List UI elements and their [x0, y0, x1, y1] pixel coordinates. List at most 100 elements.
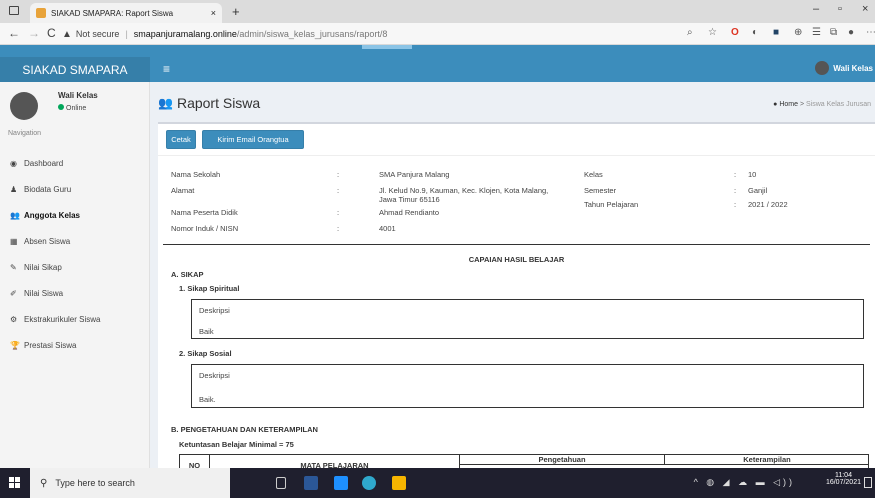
- read-aloud-icon[interactable]: ⌕: [687, 27, 693, 38]
- clock[interactable]: 11:04 16/07/2021: [826, 472, 861, 486]
- favicon-icon: [36, 8, 46, 18]
- info-value: Ganjil: [748, 186, 768, 195]
- profile-icon[interactable]: ●: [848, 27, 854, 38]
- avatar: [10, 92, 38, 120]
- status-label: Online: [66, 105, 87, 112]
- info-colon: :: [337, 208, 340, 217]
- windows-start-icon[interactable]: [9, 477, 21, 489]
- sidebar-item-dashboard[interactable]: ◉ Dashboard: [0, 150, 150, 176]
- sidebar-item-anggota-kelas[interactable]: 👥 Anggota Kelas: [0, 202, 150, 228]
- info-colon: :: [337, 170, 340, 179]
- favorite-star-icon[interactable]: ☆: [708, 27, 717, 38]
- clock-date: 16/07/2021: [825, 479, 861, 486]
- url-field[interactable]: ▲ Not secure | smapanjuramalang.online /…: [62, 25, 662, 43]
- info-label: Nomor Induk / NISN: [171, 224, 239, 233]
- more-options-icon[interactable]: ⋯: [866, 27, 875, 38]
- header-strip: [0, 45, 875, 57]
- report-heading: CAPAIAN HASIL BELAJAR: [468, 255, 565, 264]
- edge-icon[interactable]: [362, 476, 376, 490]
- close-window-button[interactable]: ×: [862, 3, 868, 15]
- taskbar: ⚲ Type here to search ^ ◍ ◢ ☁ ▬ ◁)) 11:0…: [0, 468, 875, 498]
- new-tab-button[interactable]: +: [232, 4, 240, 19]
- tab-title: SIAKAD SMAPARA: Raport Siswa: [51, 8, 174, 18]
- minimize-button[interactable]: –: [813, 3, 819, 15]
- info-value: 10: [748, 170, 757, 179]
- home-icon: ●: [773, 101, 778, 108]
- address-bar-row: ← → C ▲ Not secure | smapanjuramalang.on…: [0, 23, 875, 45]
- users-icon: 👥: [10, 210, 20, 220]
- info-label: Kelas: [584, 170, 603, 179]
- collections-icon[interactable]: ⧉: [830, 27, 837, 38]
- description-label: Deskripsi: [199, 306, 230, 315]
- info-label: Nama Sekolah: [171, 170, 221, 179]
- spiritual-title: 1. Sikap Spiritual: [179, 284, 240, 293]
- clock-time: 11:04: [834, 472, 852, 479]
- warning-icon: ▲: [62, 28, 72, 40]
- breadcrumb-separator: >: [799, 101, 805, 108]
- user-panel: Wali Kelas Online: [6, 90, 146, 124]
- pencil-icon: ✐: [10, 288, 17, 298]
- info-label: Semester: [584, 186, 617, 195]
- taskbar-search[interactable]: ⚲ Type here to search: [30, 468, 230, 498]
- sidebar-item-biodata-guru[interactable]: ♟ Biodata Guru: [0, 176, 150, 202]
- search-placeholder: Type here to search: [55, 478, 135, 488]
- info-value: Ahmad Rendianto: [379, 208, 440, 217]
- app-header: SIAKAD SMAPARA ≡ Wali Kelas: [0, 57, 875, 82]
- user-menu-label: Wali Kelas: [833, 63, 873, 73]
- info-value: Jawa Timur 65116: [379, 195, 440, 204]
- sidebar-item-nilai-sikap[interactable]: ✎ Nilai Sikap: [0, 254, 150, 280]
- section-a-title: A. SIKAP: [171, 270, 204, 279]
- extension-globe-icon[interactable]: ⊕: [794, 27, 802, 38]
- info-colon: :: [734, 170, 737, 179]
- info-value: 2021 / 2022: [748, 200, 788, 209]
- app-icon[interactable]: [392, 476, 406, 490]
- info-label: Tahun Pelajaran: [584, 200, 639, 209]
- online-status: Online: [58, 104, 86, 112]
- extracurricular-icon: ⚙: [10, 314, 18, 324]
- file-explorer-icon[interactable]: [334, 476, 348, 490]
- menu-toggle-icon[interactable]: ≡: [163, 62, 170, 76]
- extension-blue-icon[interactable]: ■: [773, 27, 779, 38]
- sidebar-item-label: Biodata Guru: [24, 184, 72, 194]
- word-icon[interactable]: [304, 476, 318, 490]
- info-colon: :: [337, 186, 340, 195]
- report-box: Cetak Kirim Email Orangtua Nama Sekolah …: [158, 122, 875, 475]
- browser-tab[interactable]: SIAKAD SMAPARA: Raport Siswa ×: [30, 3, 222, 23]
- tab-actions-icon[interactable]: [9, 6, 19, 15]
- avatar-icon: [815, 61, 830, 75]
- sidebar-item-absen-siswa[interactable]: ▦ Absen Siswa: [0, 228, 150, 254]
- search-icon: ⚲: [40, 477, 48, 489]
- extension-icon[interactable]: ◐: [752, 27, 758, 38]
- system-tray-icons[interactable]: ^ ◍ ◢ ☁ ▬ ◁)): [694, 477, 795, 488]
- notification-icon[interactable]: [864, 477, 872, 488]
- description-value: Baik: [199, 327, 214, 336]
- sidebar-item-label: Dashboard: [24, 158, 64, 168]
- sidebar-item-label: Nilai Siswa: [24, 288, 64, 298]
- breadcrumb-current: Siswa Kelas Jurusan: [806, 101, 871, 108]
- trophy-icon: 🏆: [10, 340, 20, 350]
- maximize-button[interactable]: ▫: [838, 3, 842, 15]
- refresh-button[interactable]: C: [47, 26, 56, 40]
- sidebar-item-prestasi-siswa[interactable]: 🏆 Prestasi Siswa: [0, 332, 150, 358]
- user-menu[interactable]: Wali Kelas: [815, 61, 873, 75]
- sidebar-item-ekstrakurikuler[interactable]: ⚙ Ekstrakurikuler Siswa: [0, 306, 150, 332]
- sidebar-item-label: Anggota Kelas: [24, 210, 81, 220]
- main-content: 👥 Raport Siswa ● Home > Siswa Kelas Juru…: [150, 82, 875, 475]
- favorites-icon[interactable]: ☰: [812, 27, 821, 38]
- user-icon: ♟: [10, 184, 18, 194]
- sidebar-item-nilai-siswa[interactable]: ✐ Nilai Siswa: [0, 280, 150, 306]
- breadcrumb-home[interactable]: Home: [779, 101, 798, 108]
- tab-close-icon[interactable]: ×: [211, 8, 216, 18]
- task-view-icon[interactable]: [276, 477, 286, 489]
- user-name: Wali Kelas: [58, 91, 98, 100]
- extension-o-icon[interactable]: O: [731, 27, 739, 38]
- page-title-text: Raport Siswa: [176, 95, 261, 111]
- breadcrumb: ● Home > Siswa Kelas Jurusan: [773, 101, 871, 108]
- forward-button[interactable]: →: [28, 26, 40, 40]
- info-label: Alamat: [171, 186, 195, 195]
- back-button[interactable]: ←: [8, 26, 20, 40]
- info-colon: :: [734, 186, 737, 195]
- info-divider: [163, 244, 870, 245]
- table-icon: ▦: [10, 236, 18, 246]
- brand-logo[interactable]: SIAKAD SMAPARA: [0, 57, 150, 82]
